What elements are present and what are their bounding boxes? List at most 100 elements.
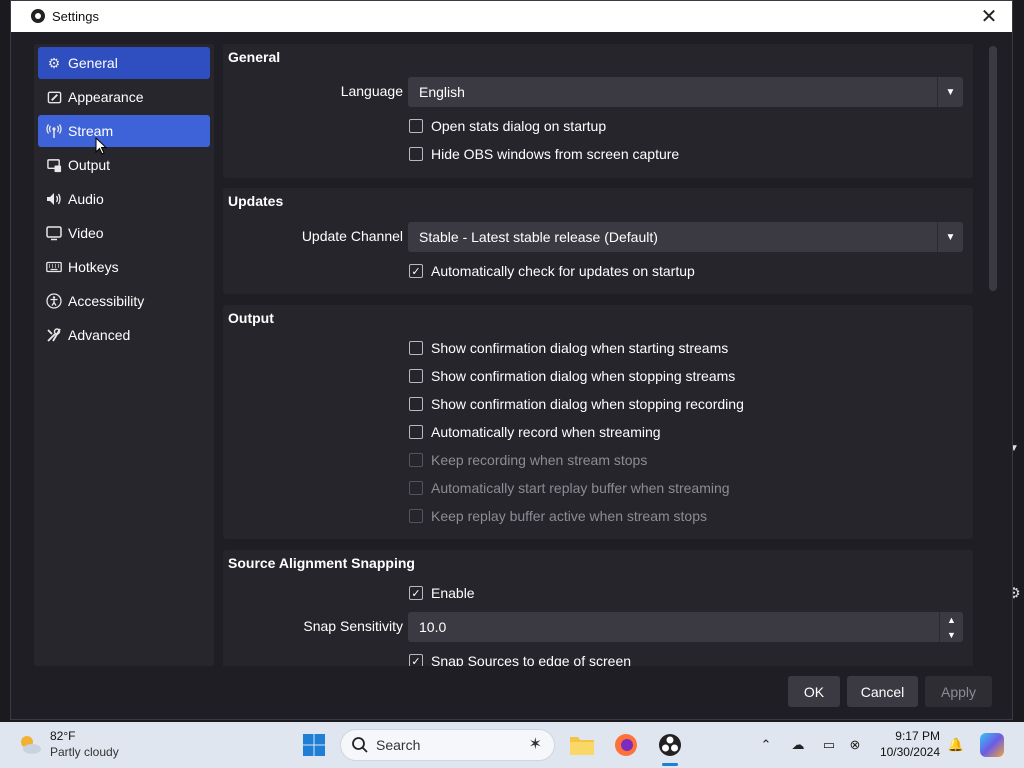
- notification-bell-icon[interactable]: 🔔: [947, 736, 965, 754]
- sidebar-item-output[interactable]: Output: [38, 149, 210, 181]
- confirm-stop-recording-checkbox[interactable]: Show confirmation dialog when stopping r…: [409, 394, 744, 414]
- update-channel-value: Stable - Latest stable release (Default): [419, 229, 658, 245]
- broadcast-antenna-icon: [46, 123, 62, 139]
- close-icon: ✕: [980, 6, 998, 28]
- settings-content: General Language English ▼ Open stats di…: [223, 44, 985, 666]
- content-scrollbar[interactable]: [988, 44, 998, 666]
- display-icon[interactable]: ▭: [820, 736, 838, 754]
- checkbox-label: Keep replay buffer active when stream st…: [431, 508, 708, 524]
- copilot-icon[interactable]: [980, 733, 1004, 757]
- confirm-stop-stream-checkbox[interactable]: Show confirmation dialog when stopping s…: [409, 366, 735, 386]
- snapping-enable-checkbox[interactable]: ✓ Enable: [409, 583, 475, 603]
- windows-start-icon[interactable]: [300, 731, 328, 759]
- sidebar-item-accessibility[interactable]: Accessibility: [38, 285, 210, 317]
- sidebar-item-label: Accessibility: [68, 293, 145, 309]
- keep-recording-checkbox: Keep recording when stream stops: [409, 450, 647, 470]
- mouse-cursor-icon: [95, 136, 108, 158]
- obs-logo-icon: [31, 9, 45, 23]
- snapping-group-title: Source Alignment Snapping: [228, 555, 415, 571]
- search-icon: [351, 736, 369, 757]
- sidebar-item-stream[interactable]: Stream: [38, 115, 210, 147]
- firefox-icon[interactable]: [612, 731, 640, 759]
- checkbox-box: [409, 341, 423, 355]
- checkbox-box: [409, 369, 423, 383]
- keep-replay-buffer-checkbox: Keep replay buffer active when stream st…: [409, 506, 707, 526]
- checkmark-icon: ✓: [409, 264, 423, 278]
- settings-dialog: Settings ✕ ⚙ General Appearance Stream O…: [10, 0, 1013, 720]
- language-label: Language: [340, 83, 403, 99]
- open-stats-checkbox[interactable]: Open stats dialog on startup: [409, 116, 606, 136]
- confirm-start-stream-checkbox[interactable]: Show confirmation dialog when starting s…: [409, 338, 728, 358]
- obs-taskbar-icon[interactable]: [656, 731, 684, 766]
- chevron-up-icon[interactable]: ▲: [940, 612, 963, 627]
- output-group: Output Show confirmation dialog when sta…: [223, 305, 973, 539]
- title-bar: Settings ✕: [11, 1, 1012, 32]
- checkbox-box: [409, 509, 423, 523]
- sidebar-item-label: Appearance: [68, 89, 144, 105]
- cloud-offline-icon[interactable]: ☁: [789, 736, 807, 754]
- ok-button[interactable]: OK: [788, 676, 840, 707]
- checkbox-box: [409, 119, 423, 133]
- checkbox-label: Show confirmation dialog when stopping r…: [431, 396, 744, 412]
- sidebar-item-audio[interactable]: Audio: [38, 183, 210, 215]
- cancel-button[interactable]: Cancel: [847, 676, 918, 707]
- weather-temperature[interactable]: 82°F: [50, 729, 75, 743]
- clock-time[interactable]: 9:17 PM: [895, 729, 940, 743]
- sidebar-item-hotkeys[interactable]: Hotkeys: [38, 251, 210, 283]
- checkbox-box: [409, 425, 423, 439]
- sidebar-item-label: Audio: [68, 191, 104, 207]
- close-button[interactable]: ✕: [966, 1, 1012, 32]
- monitor-icon: [46, 225, 62, 241]
- checkbox-label: Enable: [431, 585, 475, 601]
- checkbox-label: Automatically record when streaming: [431, 424, 661, 440]
- weather-partly-cloudy-icon[interactable]: [16, 731, 44, 759]
- tools-icon: [46, 327, 62, 343]
- checkmark-icon: ✓: [409, 586, 423, 600]
- snapping-group: Source Alignment Snapping ✓ Enable Snap …: [223, 550, 973, 666]
- sidebar-item-general[interactable]: ⚙ General: [38, 47, 210, 79]
- sidebar-item-label: General: [68, 55, 118, 71]
- paint-brush-icon: [46, 89, 62, 105]
- apply-button[interactable]: Apply: [925, 676, 992, 707]
- language-select[interactable]: English ▼: [408, 77, 963, 107]
- settings-sidebar: ⚙ General Appearance Stream Output Audio…: [34, 44, 214, 666]
- scrollbar-thumb[interactable]: [989, 46, 997, 291]
- file-explorer-icon[interactable]: [568, 731, 596, 759]
- speaker-icon: [46, 191, 62, 207]
- checkbox-box: [409, 453, 423, 467]
- checkbox-label: Show confirmation dialog when stopping s…: [431, 368, 736, 384]
- sidebar-item-label: Video: [68, 225, 104, 241]
- checkbox-label: Automatically check for updates on start…: [431, 263, 695, 279]
- update-channel-select[interactable]: Stable - Latest stable release (Default)…: [408, 222, 963, 252]
- output-group-title: Output: [228, 310, 274, 326]
- auto-check-updates-checkbox[interactable]: ✓ Automatically check for updates on sta…: [409, 261, 695, 281]
- chevron-up-icon[interactable]: ⌃: [757, 736, 775, 754]
- checkbox-label: Automatically start replay buffer when s…: [431, 480, 730, 496]
- taskbar-search-box[interactable]: Search ✶: [340, 729, 555, 761]
- chevron-down-icon[interactable]: ▼: [940, 627, 963, 642]
- sidebar-item-video[interactable]: Video: [38, 217, 210, 249]
- snap-sensitivity-value: 10.0: [419, 619, 447, 635]
- gear-icon: ⚙: [47, 55, 61, 71]
- weather-description[interactable]: Partly cloudy: [50, 745, 119, 759]
- sidebar-item-appearance[interactable]: Appearance: [38, 81, 210, 113]
- auto-record-checkbox[interactable]: Automatically record when streaming: [409, 422, 661, 442]
- checkbox-label: Hide OBS windows from screen capture: [431, 146, 680, 162]
- general-group-title: General: [228, 49, 281, 65]
- updates-group-title: Updates: [228, 193, 284, 209]
- windows-taskbar: 82°F Partly cloudy Search ✶ ⌃ ☁ ▭ ⊗ 9:17…: [0, 722, 1024, 768]
- sidebar-item-label: Hotkeys: [68, 259, 119, 275]
- chevron-down-icon: ▼: [937, 77, 963, 107]
- network-icon[interactable]: ⊗: [846, 736, 864, 754]
- snap-sensitivity-spinbox[interactable]: 10.0 ▲ ▼: [408, 612, 963, 642]
- checkmark-icon: ✓: [409, 654, 423, 666]
- keyboard-icon: [46, 259, 62, 275]
- sidebar-item-advanced[interactable]: Advanced: [38, 319, 210, 351]
- snap-edges-checkbox[interactable]: ✓ Snap Sources to edge of screen: [409, 651, 631, 666]
- window-title: Settings: [52, 9, 99, 24]
- search-highlight-icon: ✶: [528, 736, 542, 753]
- hide-obs-checkbox[interactable]: Hide OBS windows from screen capture: [409, 144, 679, 164]
- accessibility-icon: [46, 293, 62, 309]
- general-group: General Language English ▼ Open stats di…: [223, 44, 973, 178]
- clock-date[interactable]: 10/30/2024: [880, 745, 940, 759]
